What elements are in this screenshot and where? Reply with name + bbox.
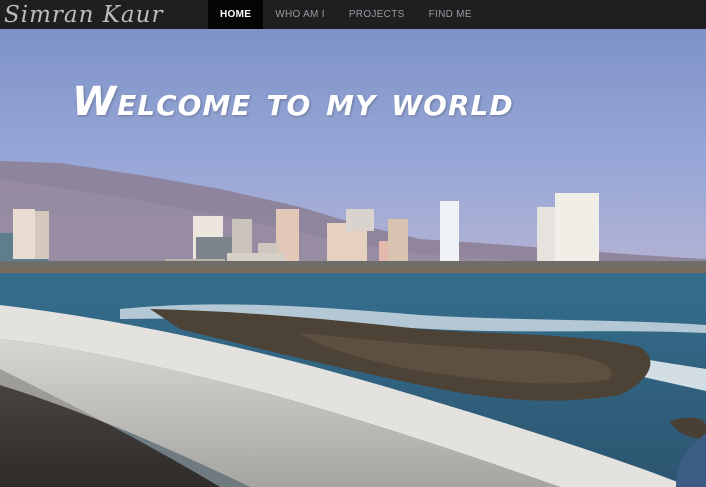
main-nav: HOME WHO AM I PROJECTS FIND ME [208,0,484,29]
nav-projects[interactable]: PROJECTS [337,0,417,29]
hero-banner: Welcome to my world [0,29,706,487]
nav-home[interactable]: HOME [208,0,264,29]
brand-logo[interactable]: Simran Kaur [0,0,208,29]
top-navbar: Simran Kaur HOME WHO AM I PROJECTS FIND … [0,0,706,29]
hero-headline: Welcome to my world [72,79,514,125]
nav-find-me[interactable]: FIND ME [417,0,484,29]
nav-who-am-i[interactable]: WHO AM I [263,0,337,29]
